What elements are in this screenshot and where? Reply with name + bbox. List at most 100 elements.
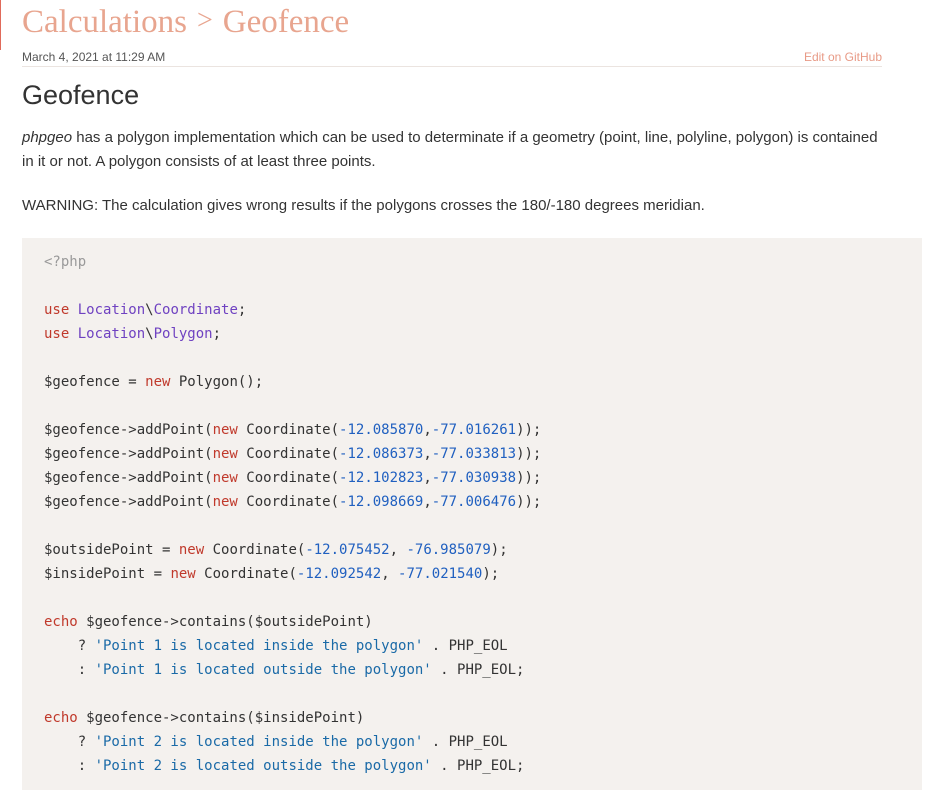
code-token: ));	[516, 446, 542, 462]
code-line: use Location\Polygon;	[44, 322, 922, 346]
code-token: $outsidePoint =	[44, 542, 179, 558]
code-token: -12.086373	[339, 446, 424, 462]
code-token: ));	[516, 470, 542, 486]
code-line: ? 'Point 2 is located inside the polygon…	[44, 730, 922, 754]
code-token: Coordinate(	[237, 422, 340, 438]
code-token: -77.033813	[431, 446, 517, 462]
breadcrumb-separator: >	[196, 5, 213, 36]
code-line: $geofence->addPoint(new Coordinate(-12.0…	[44, 418, 922, 442]
code-token: -12.102823	[339, 470, 424, 486]
code-token: $geofence->addPoint(	[44, 470, 213, 486]
code-token: new	[212, 494, 238, 510]
intro-lib-name: phpgeo	[22, 129, 73, 146]
code-token: ,	[423, 470, 432, 486]
page-title: Geofence	[22, 80, 140, 110]
code-token: Polygon();	[170, 374, 264, 390]
code-token: ;	[237, 302, 247, 318]
breadcrumb: Calculations > Geofence	[22, 2, 349, 44]
code-token: Coordinate(	[237, 446, 340, 462]
code-token: $geofence->contains($outsidePoint)	[77, 614, 373, 630]
code-token: 'Point 2 is located inside the polygon'	[94, 734, 424, 750]
page-date: March 4, 2021 at 11:29 AM	[22, 50, 166, 64]
code-token: -12.085870	[339, 422, 424, 438]
code-token: Location	[77, 326, 146, 342]
code-token: );	[490, 542, 508, 558]
code-token: -77.021540	[398, 566, 483, 582]
code-token: new	[212, 422, 238, 438]
left-accent-bar	[0, 0, 1, 50]
code-token: \	[145, 326, 154, 342]
code-token: \	[145, 302, 154, 318]
code-token: -76.985079	[406, 542, 491, 558]
code-token: ));	[516, 494, 542, 510]
code-token: ;	[212, 326, 222, 342]
code-token: new	[145, 374, 171, 390]
code-line: echo $geofence->contains($outsidePoint)	[44, 610, 922, 634]
code-line: <?php	[44, 250, 922, 274]
code-token: Coordinate(	[237, 494, 340, 510]
breadcrumb-link-calculations[interactable]: Calculations	[22, 4, 187, 40]
code-token: ,	[381, 566, 399, 582]
code-token: use	[44, 326, 78, 342]
breadcrumb-current-geofence[interactable]: Geofence	[223, 4, 349, 40]
edit-on-github-link[interactable]: Edit on GitHub	[804, 50, 882, 64]
code-token: ));	[516, 422, 542, 438]
code-token: echo	[44, 710, 78, 726]
code-token: ,	[423, 422, 432, 438]
code-line: : 'Point 2 is located outside the polygo…	[44, 754, 922, 778]
code-token: new	[178, 542, 205, 558]
code-token: 'Point 1 is located outside the polygon'	[94, 662, 432, 678]
code-token: :	[44, 662, 95, 678]
code-token: $insidePoint =	[44, 566, 171, 582]
code-token: -77.016261	[431, 422, 517, 438]
code-token: ,	[423, 494, 432, 510]
page-meta: March 4, 2021 at 11:29 AM Edit on GitHub	[22, 50, 882, 64]
code-line: $geofence = new Polygon();	[44, 370, 922, 394]
code-token: . PHP_EOL;	[431, 758, 525, 774]
code-line: use Location\Coordinate;	[44, 298, 922, 322]
code-token: Coordinate	[153, 302, 238, 318]
code-line: $insidePoint = new Coordinate(-12.092542…	[44, 562, 922, 586]
code-token: ?	[44, 638, 95, 654]
code-token: Coordinate(	[237, 470, 340, 486]
code-token: Coordinate(	[195, 566, 297, 582]
code-token: :	[44, 758, 95, 774]
code-token: <?php	[44, 254, 87, 270]
code-block: <?php use Location\Coordinate; use Locatio…	[22, 238, 922, 790]
code-token: $geofence->addPoint(	[44, 422, 213, 438]
code-token: $geofence->addPoint(	[44, 446, 213, 462]
code-token: . PHP_EOL	[423, 638, 508, 654]
code-token: $geofence =	[44, 374, 146, 390]
code-token: new	[170, 566, 196, 582]
code-token: new	[212, 470, 238, 486]
code-token: ,	[423, 446, 432, 462]
intro-text: has a polygon implementation which can b…	[22, 129, 878, 170]
code-token: new	[212, 446, 238, 462]
code-token: ?	[44, 734, 95, 750]
code-line: $geofence->addPoint(new Coordinate(-12.1…	[44, 466, 922, 490]
code-line: ? 'Point 1 is located inside the polygon…	[44, 634, 922, 658]
code-token: -12.098669	[339, 494, 424, 510]
code-token: 'Point 2 is located outside the polygon'	[94, 758, 432, 774]
code-line: : 'Point 1 is located outside the polygo…	[44, 658, 922, 682]
code-token: use	[44, 302, 78, 318]
code-line: $geofence->addPoint(new Coordinate(-12.0…	[44, 490, 922, 514]
code-line: $geofence->addPoint(new Coordinate(-12.0…	[44, 442, 922, 466]
code-token: -77.006476	[431, 494, 517, 510]
code-token: Coordinate(	[204, 542, 306, 558]
code-token: ,	[389, 542, 407, 558]
intro-paragraph: phpgeo has a polygon implementation whic…	[22, 126, 892, 174]
code-token: . PHP_EOL;	[431, 662, 525, 678]
divider	[22, 66, 882, 67]
code-token: -12.092542	[296, 566, 382, 582]
code-token: echo	[44, 614, 78, 630]
warning-paragraph: WARNING: The calculation gives wrong res…	[22, 197, 705, 214]
code-token: $geofence->addPoint(	[44, 494, 213, 510]
code-line: $outsidePoint = new Coordinate(-12.07545…	[44, 538, 922, 562]
